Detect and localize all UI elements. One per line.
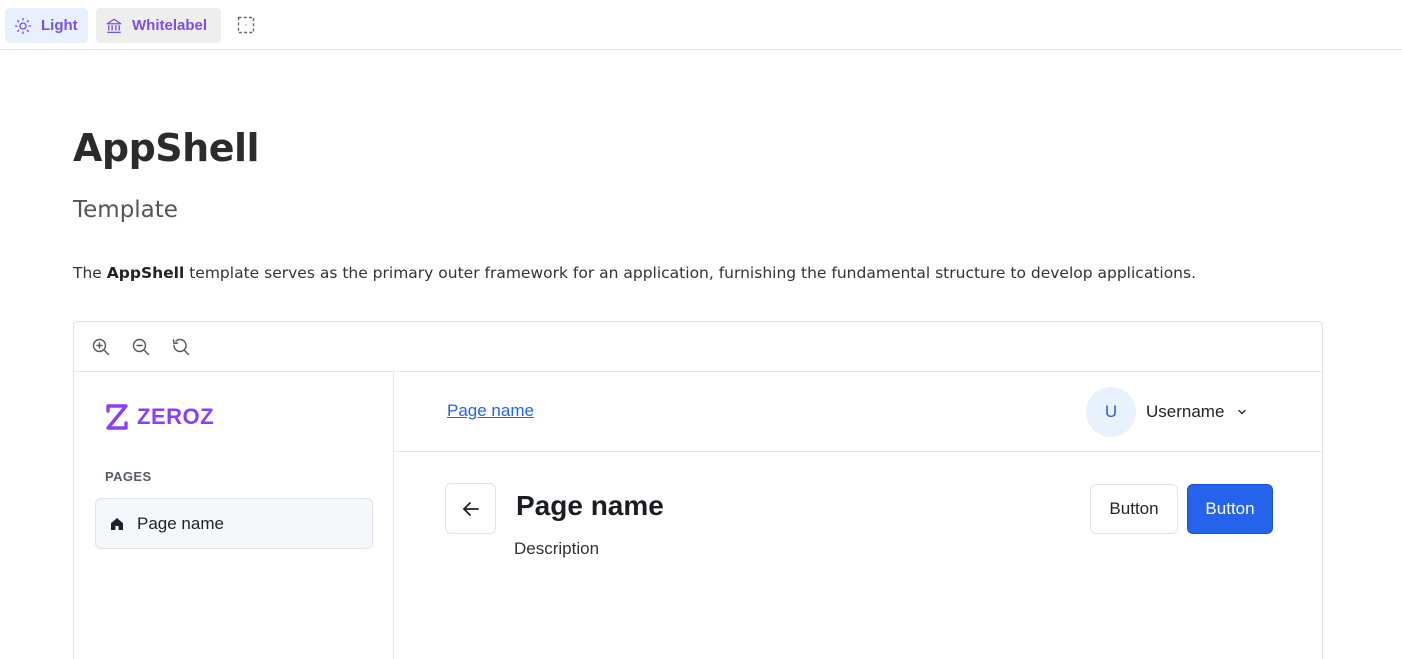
home-icon [109,516,125,532]
primary-button[interactable]: Button [1187,484,1273,534]
sidebar-item-page-name[interactable]: Page name [95,498,373,549]
dashed-square-icon [237,16,255,34]
app-sidebar: ZEROZ PAGES Page name [74,372,394,659]
user-menu[interactable]: U Username [1086,387,1248,437]
logo-text: ZEROZ [137,404,215,429]
preview-frame: ZEROZ PAGES Page name Page name U Userna… [73,321,1323,659]
arrow-left-icon [460,498,482,520]
breadcrumb-link[interactable]: Page name [447,401,534,421]
page-subtitle: Template [73,197,178,223]
zeroz-logo-icon [103,402,131,432]
content-page-title: Page name [516,490,664,521]
avatar: U [1086,387,1136,437]
sun-icon [14,17,32,35]
top-toolbar: Light Whitelabel [0,0,1402,50]
whitelabel-button[interactable]: Whitelabel [96,8,221,43]
chevron-down-icon [1236,406,1248,418]
secondary-button[interactable]: Button [1090,484,1178,534]
app-main: Page name U Username Page name Descripti… [394,372,1322,659]
whitelabel-label: Whitelabel [132,17,208,34]
zoom-toolbar [74,322,1322,372]
description-suffix: template serves as the primary outer fra… [184,264,1197,282]
description-bold: AppShell [106,264,185,282]
zoom-reset-icon[interactable] [171,337,191,357]
outline-toggle-button[interactable] [232,11,260,39]
zoom-out-icon[interactable] [131,337,151,357]
sidebar-item-label: Page name [137,513,224,533]
app-topbar: Page name U Username [394,372,1322,452]
page-title: AppShell [73,126,260,170]
back-button[interactable] [445,483,496,534]
page-description: The AppShell template serves as the prim… [73,264,1196,282]
content-page-description: Description [514,539,600,558]
theme-toggle-button[interactable]: Light [5,8,88,43]
description-prefix: The [73,264,107,282]
zoom-in-icon[interactable] [91,337,111,357]
bank-icon [105,17,123,35]
sidebar-section-label: PAGES [105,469,152,484]
username: Username [1146,402,1225,421]
theme-toggle-label: Light [41,17,78,34]
brand-logo: ZEROZ [103,402,214,432]
